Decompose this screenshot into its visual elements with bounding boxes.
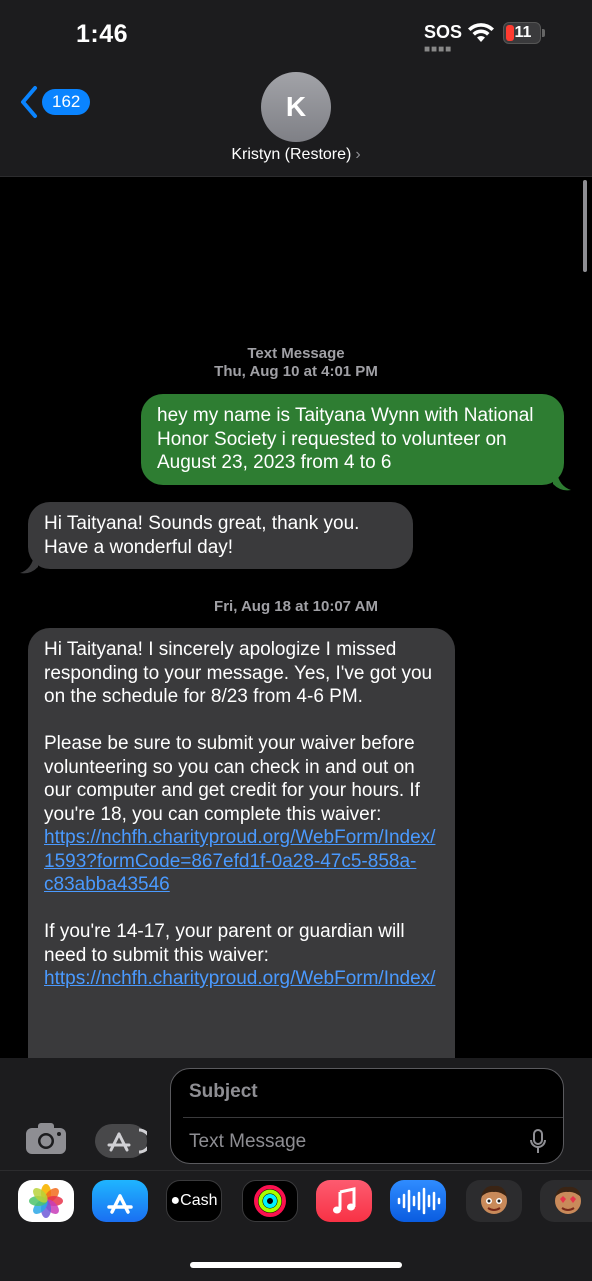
chevron-left-icon (21, 86, 37, 118)
message-type-label: Text Message (247, 345, 345, 362)
fitness-app-icon[interactable] (242, 1180, 298, 1222)
photos-app-icon[interactable] (18, 1180, 74, 1222)
contact-name: Kristyn (Restore) (231, 146, 352, 163)
home-indicator[interactable] (190, 1262, 402, 1268)
subject-field[interactable]: Subject (189, 1081, 258, 1103)
conversation-header: 162 K Kristyn (Restore) › (0, 70, 592, 177)
battery-icon: 11 (503, 22, 541, 44)
audio-message-app-icon[interactable] (390, 1180, 446, 1222)
battery-level: 11 (514, 24, 532, 41)
apple-logo-icon: ● (170, 1192, 181, 1209)
message-paragraph: Please be sure to submit your waiver bef… (44, 733, 436, 895)
timestamp-2: Fri, Aug 18 at 10:07 AM (0, 598, 592, 616)
sent-message-bubble[interactable]: hey my name is Taityana Wynn with Nation… (141, 394, 564, 485)
contact-name-button[interactable]: Kristyn (Restore) › (0, 146, 592, 164)
app-store-app-icon[interactable] (92, 1180, 148, 1222)
bubble-tail (20, 555, 38, 574)
status-time: 1:46 (76, 20, 129, 48)
music-app-icon[interactable] (316, 1180, 372, 1222)
memoji-app-icon[interactable] (466, 1180, 522, 1222)
waiver-link-minor[interactable]: https://nchfh.charityproud.org/WebForm/I… (44, 968, 435, 989)
wifi-icon (468, 23, 494, 42)
back-button[interactable]: 162 (18, 84, 91, 120)
timestamp-1: Text Message Thu, Aug 10 at 4:01 PM (0, 345, 592, 381)
bubble-tail (553, 472, 571, 491)
text-message-field[interactable]: Text Message (189, 1131, 306, 1153)
timestamp-text: Fri, Aug 18 at 10:07 AM (214, 598, 378, 615)
field-divider (183, 1117, 563, 1118)
timestamp-text: Thu, Aug 10 at 4:01 PM (214, 363, 378, 380)
camera-icon[interactable] (24, 1120, 68, 1156)
scrollbar[interactable] (583, 180, 587, 272)
waiver-link-adult[interactable]: https://nchfh.charityproud.org/WebForm/I… (44, 827, 435, 895)
app-store-icon (107, 1128, 152, 1154)
apple-cash-app-icon[interactable]: ●Cash (166, 1180, 222, 1222)
signal-dots-icon: ■■■■ (424, 44, 453, 55)
unread-count-badge: 162 (42, 89, 91, 115)
message-input[interactable]: Subject Text Message (170, 1068, 564, 1164)
contact-avatar[interactable]: K (261, 72, 331, 142)
cash-label: Cash (180, 1192, 218, 1209)
apps-button[interactable] (95, 1124, 152, 1158)
sos-indicator: SOS (424, 22, 463, 42)
message-paragraph: Hi Taityana! I sincerely apologize I mis… (44, 639, 433, 707)
received-message-bubble[interactable]: Hi Taityana! I sincerely apologize I mis… (28, 628, 455, 1068)
microphone-icon[interactable] (529, 1129, 547, 1155)
memoji-stickers-app-icon[interactable] (540, 1180, 592, 1222)
received-message-bubble[interactable]: Hi Taityana! Sounds great, thank you. Ha… (28, 502, 413, 569)
chevron-right-icon: › (355, 146, 361, 163)
message-paragraph: If you're 14-17, your parent or guardian… (44, 921, 436, 989)
